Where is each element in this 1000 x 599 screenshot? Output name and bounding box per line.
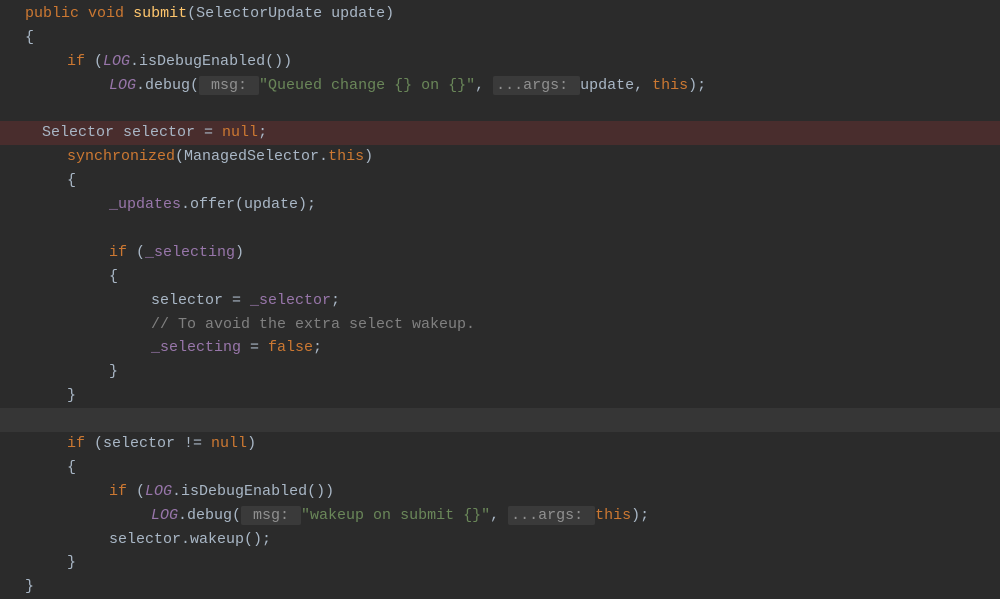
paren-close: ) (385, 5, 394, 22)
field-selecting: _selecting (151, 339, 241, 356)
open: ( (127, 244, 145, 261)
close: ) (235, 244, 244, 261)
blank-line-highlighted (0, 408, 1000, 432)
comma: , (490, 507, 508, 524)
end: ); (631, 507, 649, 524)
code-line: { (25, 169, 1000, 193)
code-line: _updates.offer(update); (25, 193, 1000, 217)
dot: .debug( (136, 77, 199, 94)
keyword-if: if (109, 244, 127, 261)
close: ) (364, 148, 373, 165)
var: selector = (123, 124, 222, 141)
code-line: if (selector != null) (25, 432, 1000, 456)
open: (ManagedSelector. (175, 148, 328, 165)
code-line: { (25, 265, 1000, 289)
code-line: if (LOG.isDebugEnabled()) (25, 480, 1000, 504)
call: .offer(update); (181, 196, 316, 213)
open: ( (127, 483, 145, 500)
keyword-this: this (595, 507, 631, 524)
code-line: selector = _selector; (25, 289, 1000, 313)
lhs: selector = (151, 292, 250, 309)
eq: = (241, 339, 268, 356)
args: update, (580, 77, 652, 94)
keyword-null: null (222, 124, 258, 141)
call: selector.wakeup(); (109, 531, 271, 548)
keyword-if: if (109, 483, 127, 500)
string-literal: "Queued change {} on {}" (259, 77, 475, 94)
code-line: LOG.debug( msg: "wakeup on submit {}", .… (25, 504, 1000, 528)
code-line-highlighted: Selector selector = null; (0, 121, 1000, 145)
param-hint-args: ...args: (508, 506, 595, 525)
keyword-this: this (328, 148, 364, 165)
brace: { (25, 29, 34, 46)
keyword-if: if (67, 435, 85, 452)
code-line: selector.wakeup(); (25, 528, 1000, 552)
blank-line (25, 98, 1000, 122)
brace: { (109, 268, 118, 285)
method-name: submit (133, 5, 187, 22)
keyword-false: false (268, 339, 313, 356)
keyword-null: null (211, 435, 247, 452)
end: ); (688, 77, 706, 94)
code-line: public void submit(SelectorUpdate update… (25, 2, 1000, 26)
field-selector: _selector (250, 292, 331, 309)
code-line: { (25, 456, 1000, 480)
brace: { (67, 172, 76, 189)
param-hint-msg: msg: (199, 76, 259, 95)
call: .isDebugEnabled()) (172, 483, 334, 500)
field-updates: _updates (109, 196, 181, 213)
keyword-if: if (67, 53, 85, 70)
semi: ; (258, 124, 267, 141)
code-line: } (25, 360, 1000, 384)
comment: // To avoid the extra select wakeup. (151, 316, 475, 333)
code-line: if (_selecting) (25, 241, 1000, 265)
brace: } (67, 387, 76, 404)
call: .isDebugEnabled()) (130, 53, 292, 70)
semi: ; (313, 339, 322, 356)
static-field-log: LOG (145, 483, 172, 500)
keyword-public: public (25, 5, 79, 22)
static-field-log: LOG (103, 53, 130, 70)
open: (selector != (85, 435, 211, 452)
code-editor[interactable]: public void submit(SelectorUpdate update… (0, 0, 1000, 599)
param-hint-args: ...args: (493, 76, 580, 95)
code-line: if (LOG.isDebugEnabled()) (25, 50, 1000, 74)
code-line: _selecting = false; (25, 336, 1000, 360)
text: ( (85, 53, 103, 70)
comma: , (475, 77, 493, 94)
semi: ; (331, 292, 340, 309)
string-literal: "wakeup on submit {}" (301, 507, 490, 524)
close: ) (247, 435, 256, 452)
keyword-this: this (652, 77, 688, 94)
code-line: } (25, 575, 1000, 599)
paren-open: ( (187, 5, 196, 22)
code-line: LOG.debug( msg: "Queued change {} on {}"… (25, 74, 1000, 98)
static-field-log: LOG (109, 77, 136, 94)
code-line: // To avoid the extra select wakeup. (25, 313, 1000, 337)
code-line: } (25, 384, 1000, 408)
code-line: { (25, 26, 1000, 50)
code-line: synchronized(ManagedSelector.this) (25, 145, 1000, 169)
brace: } (25, 578, 34, 595)
brace: } (109, 363, 118, 380)
keyword-synchronized: synchronized (67, 148, 175, 165)
field-selecting: _selecting (145, 244, 235, 261)
param-name: update (331, 5, 385, 22)
brace: } (67, 554, 76, 571)
keyword-void: void (88, 5, 124, 22)
brace: { (67, 459, 76, 476)
type: Selector (42, 124, 123, 141)
param-type: SelectorUpdate (196, 5, 331, 22)
static-field-log: LOG (151, 507, 178, 524)
blank-line (25, 217, 1000, 241)
dot: .debug( (178, 507, 241, 524)
code-line: } (25, 551, 1000, 575)
param-hint-msg: msg: (241, 506, 301, 525)
